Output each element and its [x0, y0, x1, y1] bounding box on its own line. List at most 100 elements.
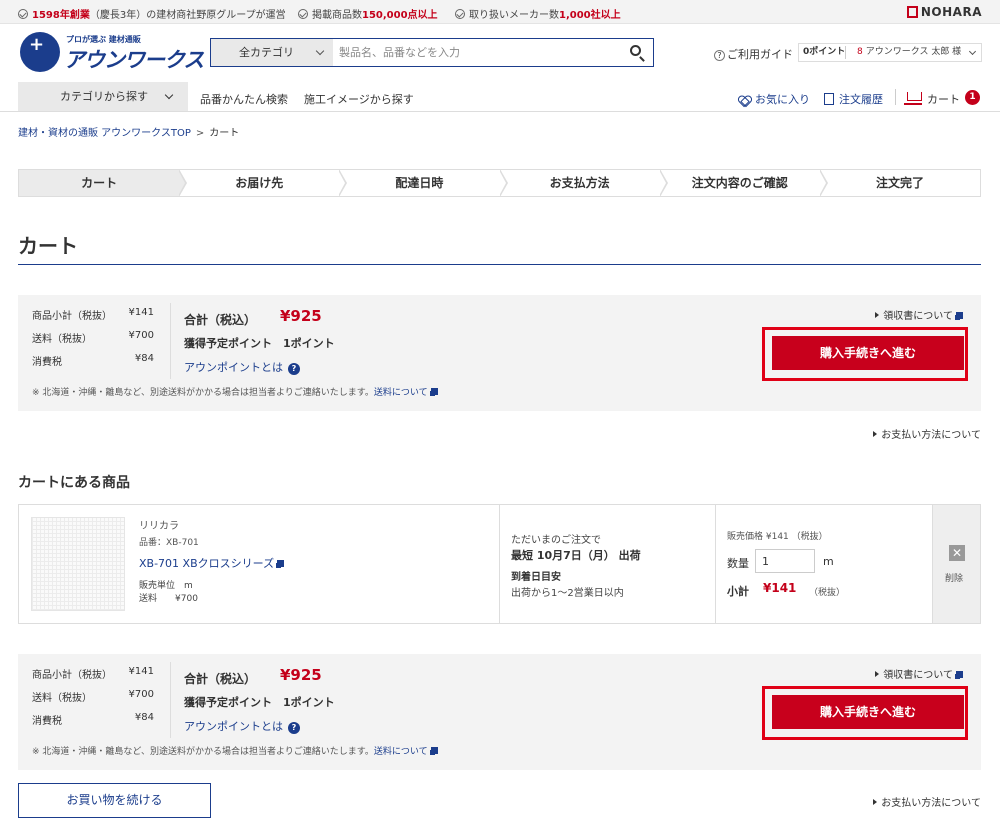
helmet-logo-icon — [20, 32, 60, 72]
chevron-down-icon — [968, 47, 977, 56]
cart-count-badge: 1 — [965, 90, 980, 105]
nohara-logo[interactable]: NOHARA — [906, 5, 982, 19]
search-category-select[interactable]: 全カテゴリ — [211, 39, 333, 66]
item-subtotal: ¥141 — [763, 581, 797, 595]
guide-link[interactable]: ? ご利用ガイド — [714, 46, 793, 62]
check-icon — [298, 9, 308, 19]
item-subtotal-label: 小計 — [727, 585, 749, 598]
product-name-link[interactable]: XB-701 XBクロスシリーズ — [139, 555, 285, 571]
arrow-right-icon — [875, 312, 880, 318]
product-thumbnail[interactable] — [31, 517, 125, 611]
cart-link[interactable]: カート — [904, 91, 960, 107]
search-button[interactable] — [621, 39, 653, 66]
search-icon — [630, 45, 641, 56]
divider — [170, 303, 171, 379]
category-menu-button[interactable]: カテゴリから探す — [18, 82, 188, 111]
arrow-right-icon — [875, 671, 880, 677]
cart-icon — [904, 91, 922, 105]
question-icon: ? — [288, 363, 300, 375]
aun-points-link[interactable]: アウンポイントとは? — [184, 359, 300, 375]
shipping-info-link[interactable]: 送料について — [374, 388, 428, 398]
receipt-link[interactable]: 領収書について — [875, 307, 963, 322]
arrival-estimate: 出荷から1〜2営業日以内 — [511, 588, 624, 599]
tax-row: 消費税 ¥84 — [32, 353, 154, 368]
shipping-info-link[interactable]: 送料について — [374, 747, 428, 757]
check-icon — [18, 9, 28, 19]
quantity-unit: m — [823, 555, 834, 568]
product-maker: リリカラ — [139, 521, 179, 532]
breadcrumb-current: カート — [209, 128, 240, 139]
chevron-down-icon — [164, 90, 174, 100]
products-count-info: 掲載商品数150,000点以上 — [298, 6, 438, 21]
step-delivery-time: 配達日時 — [339, 169, 508, 197]
breadcrumb-home[interactable]: 建材・資材の通販 アウンワークスTOP — [18, 128, 191, 139]
shipping-row: 送料（税抜） ¥700 — [32, 689, 154, 704]
points-earned: 獲得予定ポイント 1ポイント — [184, 337, 335, 350]
checkout-steps: カート お届け先 配達日時 お支払方法 注文内容のご確認 注文完了 — [18, 169, 981, 197]
payment-methods-link[interactable]: お支払い方法について — [873, 426, 981, 441]
receipt-link[interactable]: 領収書について — [875, 666, 963, 681]
proceed-checkout-button[interactable]: 購入手続きへ進む — [772, 695, 964, 729]
step-payment: お支払方法 — [499, 169, 668, 197]
item-subtotal-tax-note: （税抜） — [809, 588, 846, 598]
delivery-intro: ただいまのご注文で — [511, 535, 601, 546]
external-link-icon — [277, 560, 285, 567]
search-input[interactable] — [339, 39, 619, 66]
quantity-input[interactable] — [755, 549, 815, 573]
continue-shopping-button[interactable]: お買い物を続ける — [18, 783, 211, 818]
arrow-right-icon — [873, 431, 878, 437]
tax-row: 消費税 ¥84 — [32, 712, 154, 727]
user-name: 8 アウンワークス 太郎 様 — [857, 47, 962, 57]
divider — [170, 662, 171, 738]
heart-icon — [738, 95, 750, 105]
order-summary-bottom: 商品小計（税抜） ¥141 送料（税抜） ¥700 消費税 ¥84 合計（税込） ¥9… — [18, 654, 981, 770]
divider — [715, 505, 716, 623]
site-logo[interactable]: プロが選ぶ 建材通販 アウンワークス — [20, 32, 204, 74]
top-info-bar: 1598年創業（慶長3年）の建材商社野原グループが運営 掲載商品数150,000… — [0, 0, 1000, 24]
product-shipping: 送料 ¥700 — [139, 594, 198, 604]
question-icon: ? — [288, 722, 300, 734]
unit-price: 販売価格 ¥141 （税抜） — [727, 532, 828, 542]
product-sales-unit: 販売単位 m — [139, 581, 193, 591]
order-history-link[interactable]: 注文履歴 — [824, 91, 883, 107]
step-complete: 注文完了 — [819, 170, 981, 196]
part-number-search-link[interactable]: 品番かんたん検索 — [200, 91, 288, 107]
subtotal-row: 商品小計（税抜） ¥141 — [32, 666, 154, 681]
points-balance: 0ポイント — [803, 47, 846, 57]
delete-item-button[interactable]: ✕ 削除 — [932, 505, 980, 623]
question-icon: ? — [714, 50, 725, 61]
subtotal-row: 商品小計（税抜） ¥141 — [32, 307, 154, 322]
order-summary-top: 商品小計（税抜） ¥141 送料（税抜） ¥700 消費税 ¥84 合計（税込） ¥9… — [18, 295, 981, 411]
search-bar: 全カテゴリ — [210, 38, 654, 67]
payment-methods-link[interactable]: お支払い方法について — [873, 794, 981, 809]
check-icon — [455, 9, 465, 19]
points-earned: 獲得予定ポイント 1ポイント — [184, 696, 335, 709]
cart-items-heading: カートにある商品 — [18, 475, 130, 491]
favorites-link[interactable]: お気に入り — [738, 91, 810, 107]
construction-image-link[interactable]: 施工イメージから探す — [304, 91, 414, 107]
list-icon — [824, 93, 834, 105]
chevron-down-icon — [315, 46, 325, 56]
total-label: 合計（税込） — [184, 313, 257, 327]
cart-item: リリカラ 品番：XB-701 XB-701 XBクロスシリーズ 販売単位 m 送… — [18, 504, 981, 624]
earliest-ship-date: 最短 10月7日（月） 出荷 — [511, 549, 641, 562]
total-value: ¥925 — [280, 307, 322, 325]
step-confirm: 注文内容のご確認 — [659, 169, 828, 197]
external-link-icon — [956, 312, 963, 319]
step-delivery-address: お届け先 — [179, 169, 348, 197]
main-nav: カテゴリから探す 品番かんたん検索 施工イメージから探す お気に入り 注文履歴 … — [0, 82, 1000, 112]
quantity-label: 数量 — [727, 557, 749, 570]
proceed-checkout-button[interactable]: 購入手続きへ進む — [772, 336, 964, 370]
external-link-icon — [956, 671, 963, 678]
breadcrumb: 建材・資材の通販 アウンワークスTOP > カート — [18, 128, 240, 139]
total-label: 合計（税込） — [184, 672, 257, 686]
total-value: ¥925 — [280, 666, 322, 684]
makers-count-info: 取り扱いメーカー数1,000社以上 — [455, 6, 621, 21]
divider — [895, 89, 896, 105]
founded-info: 1598年創業（慶長3年）の建材商社野原グループが運営 — [18, 6, 286, 21]
aun-points-link[interactable]: アウンポイントとは? — [184, 718, 300, 734]
user-icon: 8 — [857, 47, 863, 57]
shipping-row: 送料（税抜） ¥700 — [32, 330, 154, 345]
external-link-icon — [430, 747, 438, 754]
account-menu[interactable]: 0ポイント 8 アウンワークス 太郎 様 — [798, 43, 982, 62]
